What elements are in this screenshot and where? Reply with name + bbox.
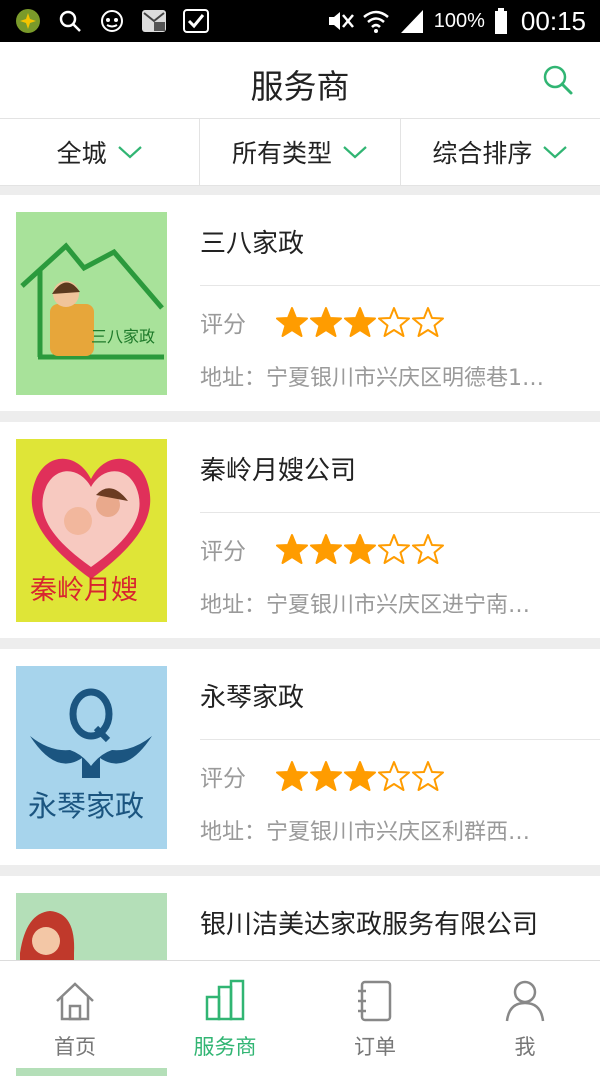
rating-stars xyxy=(276,306,444,338)
star-filled-icon xyxy=(310,307,342,337)
star-filled-icon xyxy=(276,761,308,791)
filter-bar: 全城 所有类型 综合排序 xyxy=(0,119,600,186)
rating-label: 评分 xyxy=(200,766,246,792)
provider-name: 永琴家政 xyxy=(200,683,305,713)
signal-icon xyxy=(398,7,426,35)
tab-home-label: 首页 xyxy=(54,1035,96,1059)
star-filled-icon xyxy=(344,307,376,337)
provider-address: 地址：宁夏银川市兴庆区利群西… xyxy=(200,820,531,845)
star-filled-icon xyxy=(310,534,342,564)
rating-label: 评分 xyxy=(200,312,246,338)
top-bar: 服务商 xyxy=(0,42,600,119)
rating-row: 评分 xyxy=(200,305,444,339)
provider-name: 秦岭月嫂公司 xyxy=(200,456,357,486)
star-filled-icon xyxy=(276,534,308,564)
star-empty-icon xyxy=(378,307,410,337)
battery-percentage: 100% xyxy=(433,9,485,32)
face-notification-icon xyxy=(98,7,126,35)
filter-sort-label: 综合排序 xyxy=(432,139,533,168)
logo-text: 永琴家政 xyxy=(28,790,144,823)
sms-notification-icon xyxy=(140,7,168,35)
tab-providers-label: 服务商 xyxy=(193,1035,257,1059)
star-empty-icon xyxy=(412,534,444,564)
person-icon xyxy=(505,980,545,1022)
divider xyxy=(200,739,600,740)
app-notification-icon xyxy=(14,7,42,35)
provider-logo: 永琴家政 xyxy=(16,666,167,849)
provider-logo: 三八家政 xyxy=(16,212,167,395)
chevron-down-icon xyxy=(543,146,568,159)
filter-area-label: 全城 xyxy=(56,139,107,168)
chevron-down-icon xyxy=(117,146,142,159)
provider-logo: 秦岭月嫂 xyxy=(16,439,167,622)
notebook-icon xyxy=(358,980,392,1022)
star-empty-icon xyxy=(378,761,410,791)
buildings-icon xyxy=(205,979,245,1021)
page-title: 服务商 xyxy=(250,67,350,106)
clock: 00:15 xyxy=(520,5,586,36)
filter-sort[interactable]: 综合排序 xyxy=(401,119,600,185)
star-filled-icon xyxy=(344,761,376,791)
star-empty-icon xyxy=(412,761,444,791)
rating-row: 评分 xyxy=(200,532,444,566)
rating-row: 评分 xyxy=(200,759,444,793)
divider xyxy=(200,285,600,286)
search-icon xyxy=(543,65,573,95)
rating-stars xyxy=(276,760,444,792)
provider-address: 地址：宁夏银川市兴庆区明德巷1… xyxy=(200,366,544,391)
status-bar: 100% 00:15 xyxy=(0,0,600,42)
bottom-tab-bar: 首页 服务商 订单 我 xyxy=(0,960,600,1068)
star-filled-icon xyxy=(344,534,376,564)
provider-card[interactable]: 三八家政 三八家政 评分 地址：宁夏银川市兴庆区明德巷1… xyxy=(0,195,600,411)
mute-icon xyxy=(326,7,354,35)
provider-name: 银川洁美达家政服务有限公司 xyxy=(200,910,539,940)
wifi-icon xyxy=(362,7,390,35)
tab-orders-label: 订单 xyxy=(354,1035,396,1059)
chevron-down-icon xyxy=(343,146,367,159)
provider-name: 三八家政 xyxy=(200,229,305,259)
logo-text: 三八家政 xyxy=(91,328,155,346)
provider-address: 地址：宁夏银川市兴庆区进宁南… xyxy=(200,593,531,618)
search-button[interactable] xyxy=(540,62,576,98)
star-empty-icon xyxy=(378,534,410,564)
battery-icon xyxy=(493,7,509,35)
filter-area[interactable]: 全城 xyxy=(0,119,201,185)
filter-type-label: 所有类型 xyxy=(231,139,332,168)
logo-text: 秦岭月嫂 xyxy=(30,575,138,605)
star-filled-icon xyxy=(276,307,308,337)
tab-providers[interactable]: 服务商 xyxy=(150,961,300,1068)
home-icon xyxy=(56,982,94,1021)
rating-stars xyxy=(276,533,444,565)
task-notification-icon xyxy=(182,7,210,35)
tab-me[interactable]: 我 xyxy=(450,961,600,1068)
divider xyxy=(200,512,600,513)
star-filled-icon xyxy=(310,761,342,791)
tab-orders[interactable]: 订单 xyxy=(300,961,450,1068)
provider-card[interactable]: 秦岭月嫂 秦岭月嫂公司 评分 地址：宁夏银川市兴庆区进宁南… xyxy=(0,422,600,638)
rating-label: 评分 xyxy=(200,539,246,565)
filter-type[interactable]: 所有类型 xyxy=(200,119,401,185)
search-notification-icon xyxy=(56,7,84,35)
star-empty-icon xyxy=(412,307,444,337)
tab-me-label: 我 xyxy=(514,1035,536,1059)
tab-home[interactable]: 首页 xyxy=(0,961,150,1068)
provider-card[interactable]: 永琴家政 永琴家政 评分 地址：宁夏银川市兴庆区利群西… xyxy=(0,649,600,865)
